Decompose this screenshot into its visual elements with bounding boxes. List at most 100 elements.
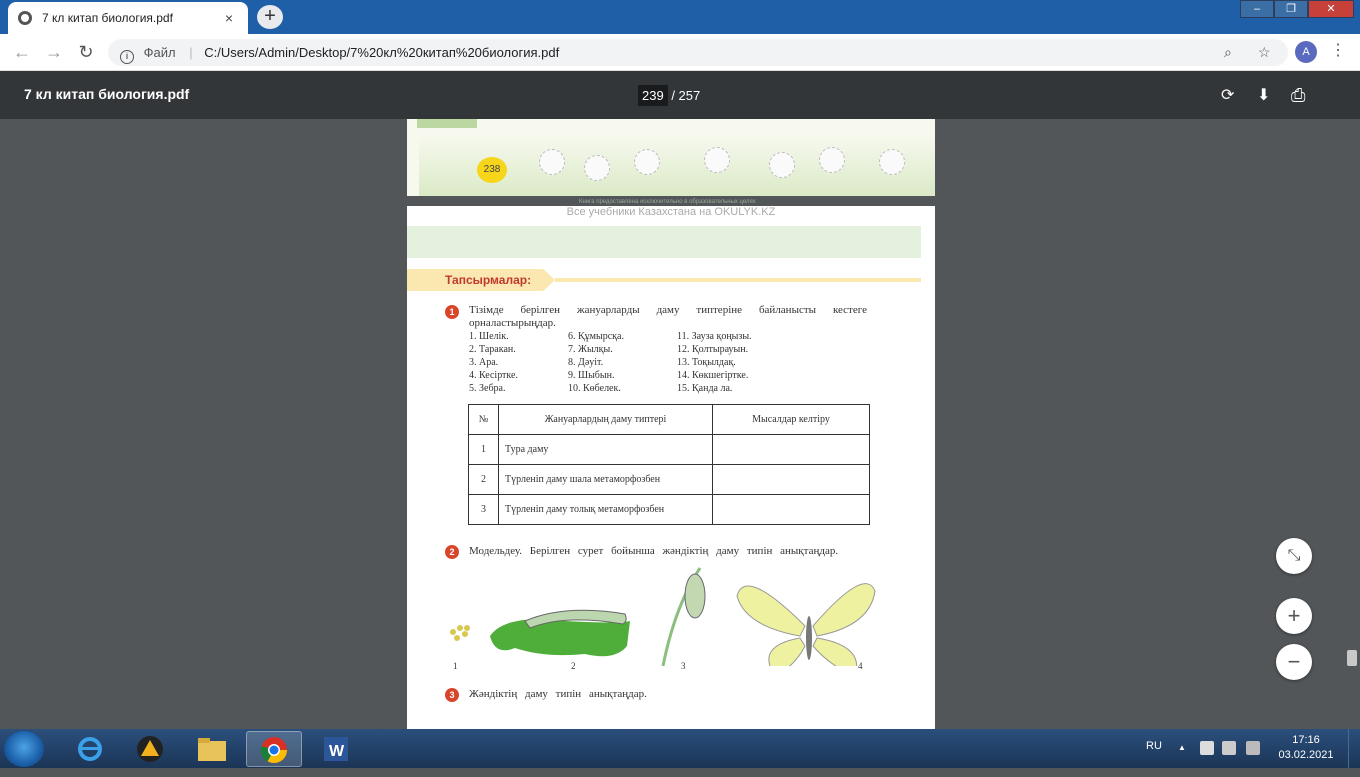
clock-time: 17:16	[1292, 734, 1320, 746]
table-row: 3 Түрленіп даму толық метаморфозбен	[468, 494, 870, 525]
table-cell: 2	[468, 464, 499, 495]
dandelion-icon	[584, 155, 610, 181]
table-cell: Тура даму	[498, 434, 713, 465]
list-item: 3. Ара.	[469, 357, 499, 368]
download-icon[interactable]: ⬇	[1257, 85, 1270, 105]
volume-icon[interactable]	[1222, 741, 1236, 755]
reload-button[interactable]: ↻	[74, 42, 98, 63]
caterpillar-illustration	[490, 609, 630, 657]
question-number-3: 3	[445, 688, 459, 702]
table-cell	[712, 464, 870, 495]
app-icon[interactable]	[122, 731, 178, 767]
page-indicator: 239 / 257	[638, 85, 700, 106]
pdf-viewer[interactable]: 238 Книга предоставлена исключительно в …	[0, 119, 1360, 729]
list-item: 15. Қанда ла.	[677, 383, 733, 394]
butterfly-lifecycle-illustration	[450, 567, 876, 666]
list-item: 2. Таракан.	[469, 344, 516, 355]
figure-caption: 4	[858, 661, 863, 671]
dandelion-illustration: 238 Книга предоставлена исключительно в …	[419, 137, 935, 205]
url-text[interactable]: C:/Users/Admin/Desktop/7%20кл%20китап%20…	[204, 45, 559, 60]
pupa-illustration	[661, 567, 706, 666]
list-item: 7. Жылқы.	[568, 344, 613, 355]
system-clock[interactable]: 17:16 03.02.2021	[1276, 733, 1336, 763]
eggs-illustration	[450, 625, 470, 641]
list-item: 5. Зебра.	[469, 383, 506, 394]
scrollbar[interactable]	[1346, 119, 1360, 729]
list-item: 14. Көкшегіртке.	[677, 370, 749, 381]
list-item: 8. Дәуіт.	[568, 357, 604, 368]
tab-close-button[interactable]: ×	[220, 10, 238, 26]
table-cell: 3	[468, 494, 499, 525]
browser-toolbar: ← → ↻ i Файл | C:/Users/Admin/Desktop/7%…	[0, 34, 1360, 71]
tab-title: 7 кл китап биология.pdf	[42, 11, 173, 25]
table-row: 2 Түрленіп даму шала метаморфозбен	[468, 464, 870, 495]
dandelion-icon	[879, 149, 905, 175]
language-indicator[interactable]: RU	[1146, 740, 1162, 752]
minimize-button[interactable]: –	[1240, 0, 1274, 18]
question-3-text: Жәндіктің даму типін анықтаңдар.	[469, 688, 647, 700]
table-cell: Түрленіп даму шала метаморфозбен	[498, 464, 713, 495]
file-explorer-icon[interactable]	[184, 731, 240, 767]
rotate-icon[interactable]: ⟳	[1221, 85, 1234, 105]
fit-to-page-button[interactable]: ⤡	[1276, 538, 1312, 574]
butterfly-illustration	[736, 583, 876, 666]
pdf-page-239: Все учебники Казахстана на OKULYK.KZ Тап…	[407, 206, 935, 729]
pdf-page-238: 238 Книга предоставлена исключительно в …	[407, 119, 935, 205]
animal-list-col1: 1. Шелік. 2. Таракан. 3. Ара. 4. Кесіртк…	[469, 330, 518, 395]
new-tab-button[interactable]: +	[257, 5, 283, 29]
question-2-text: Модельдеу. Берілген сурет бойынша жәндік…	[469, 545, 839, 557]
file-label: Файл	[143, 45, 176, 60]
question-1-text-cont: орналастырыңдар.	[469, 317, 556, 329]
table-header-row: № Жануарлардың даму типтері Мысалдар кел…	[468, 404, 870, 435]
scrollbar-thumb[interactable]	[1347, 650, 1357, 666]
address-bar[interactable]: i Файл | C:/Users/Admin/Desktop/7%20кл%2…	[108, 39, 1288, 66]
table-cell: 1	[468, 434, 499, 465]
question-number-1: 1	[445, 305, 459, 319]
current-page-input[interactable]: 239	[638, 85, 668, 106]
globe-icon	[18, 11, 32, 25]
action-center-icon[interactable]	[1246, 741, 1260, 755]
menu-icon[interactable]: ⋮	[1330, 40, 1346, 60]
ie-icon[interactable]	[62, 731, 118, 767]
figure-caption: 3	[681, 661, 686, 671]
tab-pdf[interactable]: 7 кл китап биология.pdf ×	[8, 2, 248, 34]
list-item: 11. Зауза қоңызы.	[677, 331, 752, 342]
word-icon[interactable]: W	[308, 731, 364, 767]
tasks-heading: Тапсырмалар:	[407, 269, 921, 291]
chrome-icon[interactable]	[246, 731, 302, 767]
profile-avatar[interactable]: A	[1295, 41, 1317, 63]
maximize-button[interactable]: ❐	[1274, 0, 1308, 18]
list-item: 10. Көбелек.	[568, 383, 621, 394]
table-cell	[712, 494, 870, 525]
tab-strip: 7 кл китап биология.pdf × + – ❐ ✕	[0, 0, 1360, 34]
page-header-strip	[417, 119, 477, 128]
print-icon[interactable]: ⎙	[1291, 85, 1305, 106]
info-icon[interactable]: i	[120, 50, 134, 64]
show-desktop-button[interactable]	[1348, 729, 1360, 768]
tasks-heading-text: Тапсырмалар:	[445, 273, 532, 287]
question-1-text: Тізімде берілген жануарларды даму типтер…	[469, 304, 867, 316]
zoom-icon[interactable]: ⌕	[1224, 39, 1232, 66]
close-window-button[interactable]: ✕	[1308, 0, 1354, 18]
back-button[interactable]: ←	[10, 42, 34, 63]
zoom-out-button[interactable]: −	[1276, 644, 1312, 680]
list-item: 6. Құмырсқа.	[568, 331, 624, 342]
bookmark-star-icon[interactable]: ☆	[1258, 39, 1271, 66]
animal-list-col3: 11. Зауза қоңызы. 12. Қолтырауын. 13. То…	[677, 330, 752, 395]
figure-caption: 1	[453, 661, 458, 671]
table-header: №	[468, 404, 499, 435]
zoom-in-button[interactable]: +	[1276, 598, 1312, 634]
table-row: 1 Тура даму	[468, 434, 870, 465]
page-watermark: Все учебники Казахстана на OKULYK.KZ	[566, 206, 776, 218]
window-controls: – ❐ ✕	[1240, 0, 1354, 18]
header-band	[407, 226, 921, 258]
tray-expand-icon[interactable]: ▲	[1178, 743, 1186, 752]
network-icon[interactable]	[1200, 741, 1214, 755]
list-item: 4. Кесіртке.	[469, 370, 518, 381]
forward-button[interactable]: →	[42, 42, 66, 63]
dandelion-icon	[704, 147, 730, 173]
start-button[interactable]	[4, 731, 44, 767]
list-item: 9. Шыбын.	[568, 370, 615, 381]
dandelion-icon	[634, 149, 660, 175]
question-number-2: 2	[445, 545, 459, 559]
